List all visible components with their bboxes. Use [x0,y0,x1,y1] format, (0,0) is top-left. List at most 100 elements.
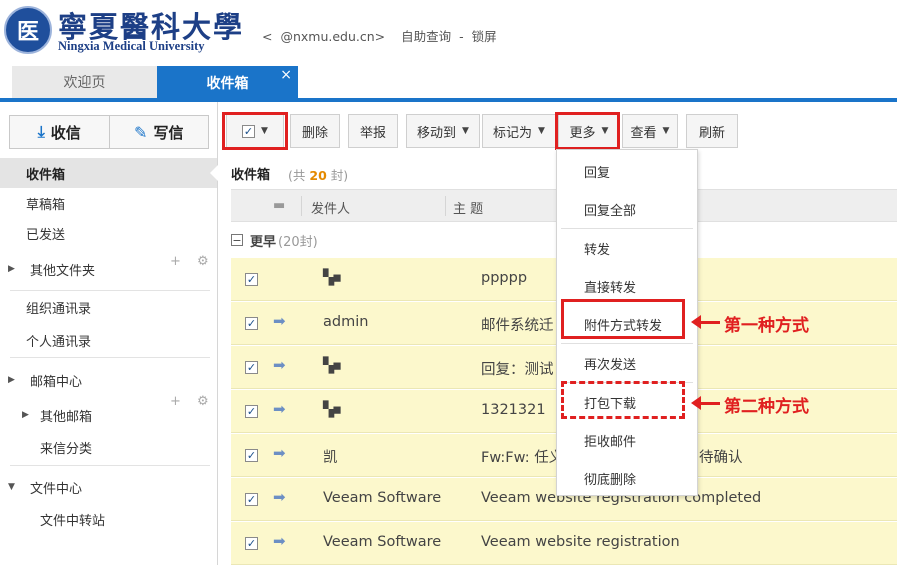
row-sender: admin [323,314,369,330]
row-checkbox[interactable]: ✓ [245,537,258,550]
mailbox-actions-icons[interactable]: + ⚙ [170,394,215,409]
row-subject: 邮件系统迁 [481,318,554,334]
header: 医 寧夏醫科大學 Ningxia Medical University < @n… [0,0,897,66]
column-sender[interactable]: 发件人 [311,198,350,217]
menu-item-purge[interactable]: 彻底删除 [557,459,697,497]
caret-down-icon: ▼ [662,126,670,136]
forwarded-arrow-icon: ➡ [273,532,286,550]
lock-screen-link[interactable]: 锁屏 [472,29,497,44]
mail-status-icon[interactable]: ▬ [273,198,285,213]
university-seal-logo: 医 [4,6,52,54]
row-subject: 1321321 [481,402,546,418]
active-item-notch [210,165,218,181]
row-checkbox[interactable]: ✓ [245,317,258,330]
mark-as-button[interactable]: 标记为 ▼ [482,114,556,148]
row-subject: 回复：测试 [481,362,554,378]
row-checkbox[interactable]: ✓ [245,405,258,418]
forwarded-arrow-icon: ➡ [273,488,286,506]
sidebar-item-mailbox-center[interactable]: ▶ 邮箱中心 [0,365,217,395]
header-separator: - [459,29,464,44]
folder-actions-icons[interactable]: + ⚙ [170,254,215,269]
tab-welcome[interactable]: 欢迎页 [12,66,157,98]
sidebar: ⤓ 收信 ✎ 写信 收件箱 草稿箱 已发送 ▶ 其他文件夹 + ⚙ 组织通讯录 … [0,102,218,565]
row-subject: Fw:Fw: 任义 [481,450,564,466]
forwarded-arrow-icon: ➡ [273,312,286,330]
expand-triangle-icon[interactable]: ▶ [22,410,29,420]
annotation-method-two: 第二种方式 [724,397,809,417]
menu-item-forward[interactable]: 转发 [557,229,697,267]
collapse-triangle-icon[interactable]: ▼ [8,482,15,492]
caret-down-icon: ▼ [462,126,469,136]
list-count: (共 20 封) [288,168,349,183]
user-info-bar: < @nxmu.edu.cn> 自助查询 - 锁屏 [262,26,501,45]
forwarded-arrow-icon: ➡ [273,444,286,462]
row-subject: ppppp [481,270,528,286]
tab-bar: 欢迎页 收件箱 × [0,66,897,100]
menu-item-reject[interactable]: 拒收邮件 [557,421,697,459]
column-divider [445,196,446,216]
sidebar-item-other-folders[interactable]: ▶ 其他文件夹 + ⚙ [0,254,217,284]
report-button[interactable]: 举报 [348,114,398,148]
move-to-button[interactable]: 移动到 ▼ [406,114,480,148]
row-checkbox[interactable]: ✓ [245,361,258,374]
sidebar-item-file-center[interactable]: ▼ 文件中心 [0,472,217,502]
sidebar-item-personal-contacts[interactable]: 个人通讯录 [0,325,217,355]
download-icon: ⤓ [37,122,45,141]
highlight-more [555,112,620,150]
university-name-en: Ningxia Medical University [58,39,205,53]
row-sender: ▚▪ [323,270,342,286]
menu-item-reply-all[interactable]: 回复全部 [557,190,697,228]
expand-triangle-icon[interactable]: ▶ [8,264,15,274]
collapse-icon[interactable]: − [231,234,243,246]
sidebar-item-drafts[interactable]: 草稿箱 [0,188,217,218]
group-earlier[interactable]: − 更早 (20封) [231,228,318,252]
sidebar-item-other-mailboxes[interactable]: ▶ 其他邮箱 + ⚙ [0,394,217,430]
row-checkbox[interactable]: ✓ [245,493,258,506]
refresh-button[interactable]: 刷新 [686,114,738,148]
annotation-arrow-icon [691,396,720,410]
compose-box: ⤓ 收信 ✎ 写信 [9,115,209,149]
caret-down-icon: ▼ [538,126,545,136]
menu-item-resend[interactable]: 再次发送 [557,344,697,382]
sidebar-divider [10,290,210,291]
sidebar-item-sent[interactable]: 已发送 [0,218,217,248]
annotation-method-one: 第一种方式 [724,316,809,336]
column-subject[interactable]: 主 题 [453,198,483,217]
table-row[interactable]: ✓ ➡ Veeam Software Veeam website registr… [231,522,897,565]
expand-triangle-icon[interactable]: ▶ [8,375,15,385]
row-checkbox[interactable]: ✓ [245,273,258,286]
delete-button[interactable]: 删除 [290,114,340,148]
user-email: @nxmu.edu.cn> [280,29,386,44]
row-subject-tail: 待确认 [699,450,743,466]
sidebar-item-mail-sort[interactable]: 来信分类 [0,432,217,462]
row-sender: ▚▪ [323,402,342,418]
edit-icon: ✎ [134,122,148,142]
close-icon[interactable]: × [280,67,292,83]
highlight-pack-download [561,381,685,419]
annotation-arrow-icon [691,315,720,329]
tab-inbox[interactable]: 收件箱 × [157,66,298,100]
view-button[interactable]: 查看 ▼ [622,114,678,148]
highlight-forward-as-attachment [561,299,685,339]
sidebar-divider [10,465,210,466]
sidebar-item-file-transfer[interactable]: 文件中转站 [0,504,217,534]
list-title: 收件箱 [231,168,271,183]
row-checkbox[interactable]: ✓ [245,449,258,462]
sidebar-item-inbox[interactable]: 收件箱 [0,158,217,188]
user-bracket: < [262,29,273,44]
column-divider [301,196,302,216]
sidebar-item-org-contacts[interactable]: 组织通讯录 [0,292,217,322]
sidebar-divider [10,357,210,358]
receive-button[interactable]: ⤓ 收信 [10,116,109,148]
row-subject: Veeam website registration [481,534,680,550]
row-sender: ▚▪ [323,358,342,374]
row-sender: 凯 [323,450,338,466]
highlight-select-all [222,112,288,150]
self-query-link[interactable]: 自助查询 [401,29,451,44]
forwarded-arrow-icon: ➡ [273,356,286,374]
write-button[interactable]: ✎ 写信 [108,116,209,148]
menu-item-reply[interactable]: 回复 [557,152,697,190]
forwarded-arrow-icon: ➡ [273,400,286,418]
row-sender: Veeam Software [323,534,442,550]
row-sender: Veeam Software [323,490,442,506]
